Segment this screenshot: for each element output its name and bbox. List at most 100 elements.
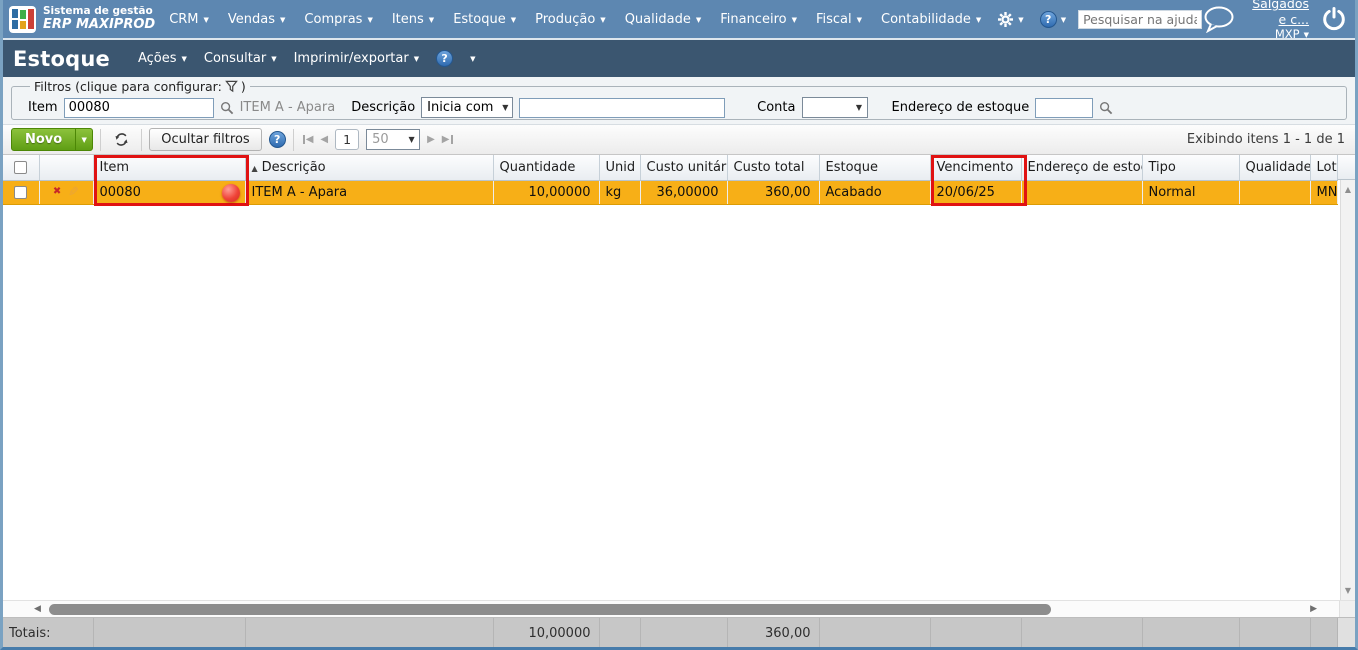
page-number-box[interactable]: 1 [335, 129, 360, 150]
page-title: Estoque [13, 46, 110, 71]
chat-bubble-icon[interactable] [1202, 5, 1238, 33]
scroll-up-icon[interactable]: ▲ [1341, 185, 1355, 194]
menu-compras[interactable]: Compras ▼ [304, 12, 372, 27]
previous-page-button[interactable]: ◀ [320, 134, 328, 145]
horizontal-scrollbar-thumb[interactable] [49, 604, 1051, 615]
vertical-scrollbar[interactable]: ▲ ▼ [1340, 180, 1355, 600]
items-count-info: Exibindo itens 1 - 1 de 1 [1186, 132, 1345, 147]
menu-qualidade[interactable]: Qualidade ▼ [625, 12, 702, 27]
cell-endereco [1021, 180, 1143, 205]
column-header-descricao[interactable]: ▲ Descrição [245, 155, 494, 181]
next-page-button[interactable]: ▶ [427, 134, 435, 145]
endereco-filter-input[interactable] [1035, 97, 1094, 118]
column-header-quantidade[interactable]: Quantidade [493, 155, 600, 181]
column-header-item[interactable]: Item [93, 155, 246, 181]
row-checkbox[interactable] [14, 185, 28, 199]
chevron-down-icon: ▼ [470, 55, 476, 63]
chevron-down-icon: ▼ [280, 15, 286, 24]
app-logo[interactable] [9, 5, 36, 33]
scroll-right-icon[interactable]: ▶ [1310, 604, 1317, 614]
select-all-header[interactable] [3, 155, 40, 181]
select-all-checkbox[interactable] [14, 160, 28, 174]
column-header-custo-unitario[interactable]: Custo unitário [640, 155, 728, 181]
menu-itens[interactable]: Itens ▼ [392, 12, 434, 27]
help-search-input[interactable] [1078, 9, 1203, 29]
column-header-vencimento[interactable]: Vencimento [930, 155, 1022, 181]
refresh-button[interactable] [108, 129, 134, 151]
page-more-menu[interactable]: ▼ [470, 55, 476, 63]
menu-acoes[interactable]: Ações ▼ [138, 51, 187, 66]
column-header-tipo[interactable]: Tipo [1142, 155, 1240, 181]
descricao-operator-select[interactable]: Inicia com ▼ [421, 97, 514, 118]
table-header-row: Item ▲ Descrição Quantidade Unid Custo un… [3, 155, 1338, 181]
column-header-unid[interactable]: Unid [599, 155, 641, 181]
chevron-down-icon: ▼ [367, 15, 373, 24]
brand-title: ERP MAXIPROD [43, 16, 156, 32]
menu-crm[interactable]: CRM ▼ [169, 12, 209, 27]
chevron-down-icon: ▼ [271, 55, 277, 63]
page-header-bar: Estoque Ações ▼ Consultar ▼ Imprimir/expor… [3, 38, 1355, 77]
first-page-button[interactable]: ◀ [302, 134, 314, 145]
search-icon[interactable] [220, 101, 234, 115]
chevron-down-icon: ▼ [181, 55, 187, 63]
funnel-icon [224, 80, 238, 93]
menu-fiscal[interactable]: Fiscal ▼ [816, 12, 862, 27]
cell-custo-total: 360,00 [727, 180, 820, 205]
chevron-down-icon: ▼ [510, 15, 517, 24]
column-header-qualidade[interactable]: Qualidade [1239, 155, 1311, 181]
conta-select[interactable]: ▼ [801, 97, 868, 118]
cell-tipo: Normal [1142, 180, 1240, 205]
menu-financeiro[interactable]: Financeiro ▼ [720, 12, 797, 27]
arrow-right-icon: ▶ [427, 134, 435, 145]
row-actions-cell: ✖ ✎ [39, 180, 94, 205]
cell-lote: MN00 [1310, 180, 1338, 205]
column-header-custo-total[interactable]: Custo total [727, 155, 820, 181]
chevron-down-icon: ▼ [1060, 15, 1067, 24]
totals-quantidade: 10,00000 [493, 618, 600, 647]
menu-estoque[interactable]: Estoque ▼ [453, 12, 516, 27]
item-filter-input[interactable] [63, 97, 214, 118]
totals-custo-total: 360,00 [727, 618, 820, 647]
sort-asc-icon: ▲ [251, 163, 258, 173]
chevron-down-icon: ▼ [428, 15, 435, 24]
column-header-lote[interactable]: Lote [1310, 155, 1338, 181]
power-icon[interactable] [1321, 6, 1347, 32]
page-size-select[interactable]: 50 ▼ [366, 129, 421, 150]
last-page-button[interactable]: ▶ [442, 134, 453, 145]
search-icon[interactable] [1099, 101, 1113, 115]
grid-toolbar: Novo ▼ Ocultar filtros ? ◀ ◀ 1 50 ▼ ▶ ▶ … [3, 125, 1355, 155]
app-window: Sistema de gestão ERP MAXIPROD CRM ▼ Vend… [0, 0, 1358, 650]
conta-filter-label: Conta [757, 100, 796, 115]
filters-legend[interactable]: Filtros (clique para configurar: ) [30, 79, 250, 94]
menu-consultar[interactable]: Consultar ▼ [204, 51, 277, 66]
help-icon[interactable]: ? [268, 131, 286, 148]
descricao-filter-input[interactable] [519, 97, 726, 118]
delete-icon[interactable]: ✖ [53, 187, 61, 197]
column-header-estoque[interactable]: Estoque [819, 155, 931, 181]
help-menu[interactable]: ? ▼ [1039, 10, 1067, 28]
page-help-menu[interactable]: ? [436, 50, 454, 67]
column-header-endereco[interactable]: Endereço de estoque [1021, 155, 1143, 181]
totals-label: Totais: [3, 618, 94, 647]
menu-imprimir-exportar[interactable]: Imprimir/exportar ▼ [294, 51, 420, 66]
gear-icon [997, 11, 1014, 28]
new-button[interactable]: Novo ▼ [11, 128, 94, 151]
account-link[interactable]: Salgados e c... [1250, 0, 1309, 27]
edit-pencil-icon[interactable]: ✎ [68, 185, 79, 200]
help-icon: ? [1039, 10, 1057, 28]
settings-menu[interactable]: ▼ [997, 11, 1024, 28]
chevron-down-icon: ▼ [855, 103, 863, 112]
refresh-icon [114, 132, 129, 147]
scroll-down-icon[interactable]: ▼ [1341, 586, 1355, 595]
table-row[interactable]: ✖ ✎ 00080 ITEM A - Apara 10,00000 kg 36,… [3, 180, 1338, 205]
scroll-left-icon[interactable]: ◀ [34, 604, 41, 614]
chevron-down-icon: ▼ [975, 15, 982, 24]
chevron-down-icon: ▼ [502, 103, 509, 112]
menu-vendas[interactable]: Vendas ▼ [228, 12, 286, 27]
menu-producao[interactable]: Produção ▼ [535, 12, 606, 27]
item-filter-label: Item [28, 100, 58, 115]
arrow-left-icon: ◀ [305, 134, 314, 145]
menu-contabilidade[interactable]: Contabilidade ▼ [881, 12, 981, 27]
horizontal-scrollbar[interactable]: ◀ ▶ [3, 600, 1355, 617]
hide-filters-button[interactable]: Ocultar filtros [149, 128, 262, 151]
